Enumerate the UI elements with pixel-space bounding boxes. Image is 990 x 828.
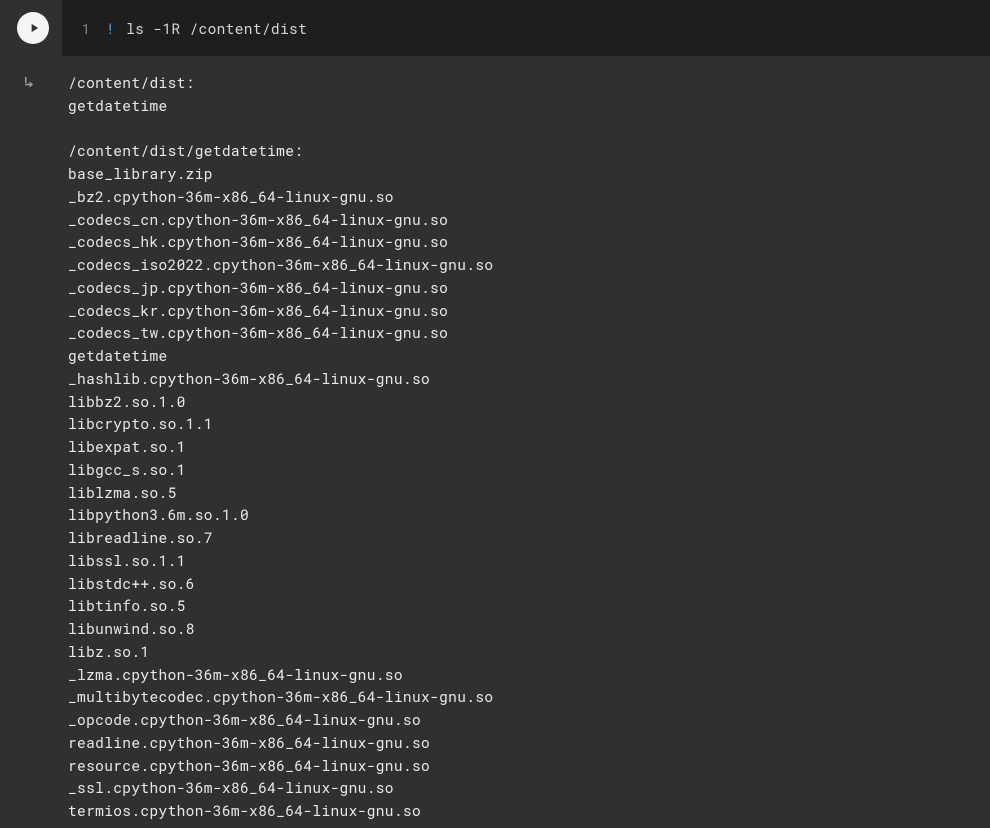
code-line: ! ls -1R /content/dist (106, 19, 307, 38)
play-icon (27, 21, 41, 35)
shell-command: ls -1R /content/dist (117, 19, 307, 38)
output-arrow-icon (22, 74, 40, 92)
code-editor[interactable]: 1 ! ls -1R /content/dist (62, 0, 990, 56)
notebook-cell: 1 ! ls -1R /content/dist /content/dist: … (0, 0, 990, 823)
output-gutter (0, 72, 62, 92)
cell-gutter (0, 0, 62, 56)
run-cell-button[interactable] (17, 12, 49, 44)
cell-output-text: /content/dist: getdatetime /content/dist… (62, 72, 990, 823)
cell-output-row: /content/dist: getdatetime /content/dist… (0, 56, 990, 823)
line-number: 1 (76, 19, 90, 38)
shell-bang: ! (106, 19, 115, 38)
cell-input-row: 1 ! ls -1R /content/dist (0, 0, 990, 56)
